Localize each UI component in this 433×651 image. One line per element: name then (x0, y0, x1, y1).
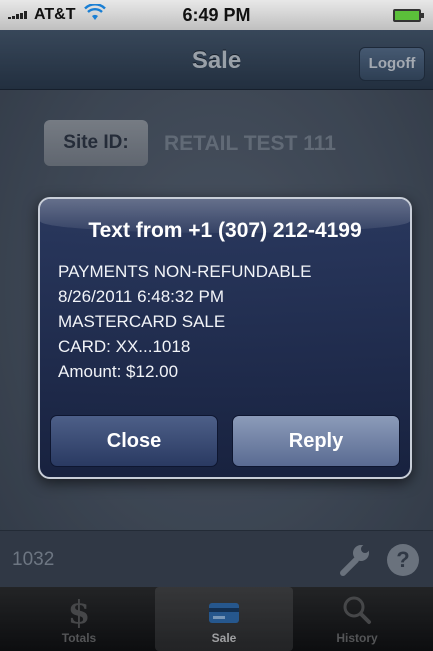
alert-line: PAYMENTS NON-REFUNDABLE (58, 262, 312, 281)
alert-line: MASTERCARD SALE (58, 312, 226, 331)
status-bar: AT&T 6:49 PM (0, 0, 433, 30)
close-button[interactable]: Close (50, 415, 218, 467)
sms-alert: Text from +1 (307) 212-4199 PAYMENTS NON… (38, 197, 412, 479)
battery-icon (393, 9, 424, 22)
alert-message: PAYMENTS NON-REFUNDABLE 8/26/2011 6:48:3… (58, 259, 311, 384)
alert-title: Text from +1 (307) 212-4199 (88, 219, 362, 242)
reply-button[interactable]: Reply (232, 415, 400, 467)
alert-line: CARD: XX...1018 (58, 337, 191, 356)
alert-line: 8/26/2011 6:48:32 PM (58, 287, 225, 306)
alert-line: Amount: $12.00 (58, 362, 179, 381)
clock: 6:49 PM (182, 5, 251, 25)
